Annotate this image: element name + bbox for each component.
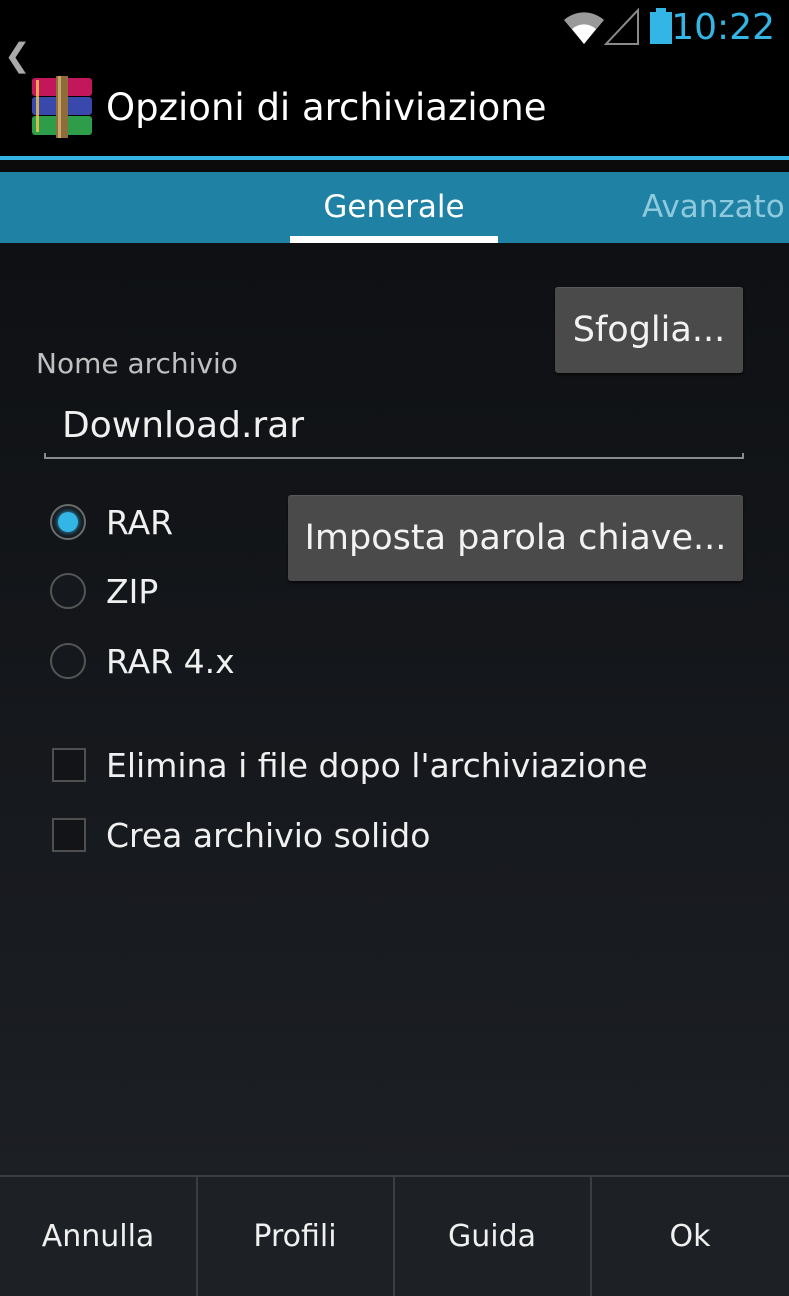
archive-name-value: Download.rar [62, 405, 305, 446]
battery-icon [650, 8, 672, 44]
set-password-button[interactable]: Imposta parola chiave... [288, 495, 743, 581]
help-button[interactable]: Guida [394, 1177, 590, 1296]
chevron-left-icon[interactable]: ❮ [4, 36, 31, 74]
tab-avanzato[interactable]: Avanzato [642, 172, 785, 243]
status-time: 10:22 [671, 7, 775, 48]
checkbox-label-solid-archive: Crea archivio solido [106, 815, 431, 855]
winrar-books-icon[interactable] [30, 76, 94, 138]
radio-label-rar: RAR [106, 502, 174, 542]
bottom-button-bar: Annulla Profili Guida Ok [0, 1175, 789, 1296]
wifi-icon [564, 12, 604, 44]
checkbox-solid-archive[interactable]: Crea archivio solido [52, 805, 430, 865]
checkbox[interactable] [52, 818, 86, 852]
ok-button[interactable]: Ok [591, 1177, 789, 1296]
checkbox-delete-files[interactable]: Elimina i file dopo l'archiviazione [52, 735, 648, 795]
profiles-button[interactable]: Profili [197, 1177, 393, 1296]
tab-bar: Generale Avanzato [0, 172, 789, 243]
archive-name-label: Nome archivio [36, 347, 238, 380]
radio-label-zip: ZIP [106, 571, 159, 611]
status-bar: 10:22 [0, 0, 789, 54]
radio-button[interactable] [50, 573, 86, 609]
archive-name-underline [44, 453, 744, 459]
radio-button[interactable] [50, 643, 86, 679]
tab-selected-indicator [290, 236, 498, 243]
radio-button-checked[interactable] [50, 504, 86, 540]
radio-label-rar4: RAR 4.x [106, 641, 235, 681]
radio-dot [58, 512, 78, 532]
tab-gap [0, 160, 789, 172]
browse-button[interactable]: Sfoglia... [555, 287, 743, 373]
radio-format-rar[interactable]: RAR [50, 492, 173, 552]
signal-icon [604, 8, 639, 45]
cancel-button[interactable]: Annulla [0, 1177, 196, 1296]
checkbox-label-delete-files: Elimina i file dopo l'archiviazione [106, 745, 648, 785]
tab-generale[interactable]: Generale [290, 172, 498, 243]
radio-format-rar4[interactable]: RAR 4.x [50, 631, 235, 691]
action-bar-title: Opzioni di archiviazione [106, 86, 547, 129]
archive-name-input[interactable]: Download.rar [44, 396, 742, 458]
radio-format-zip[interactable]: ZIP [50, 561, 158, 621]
checkbox[interactable] [52, 748, 86, 782]
